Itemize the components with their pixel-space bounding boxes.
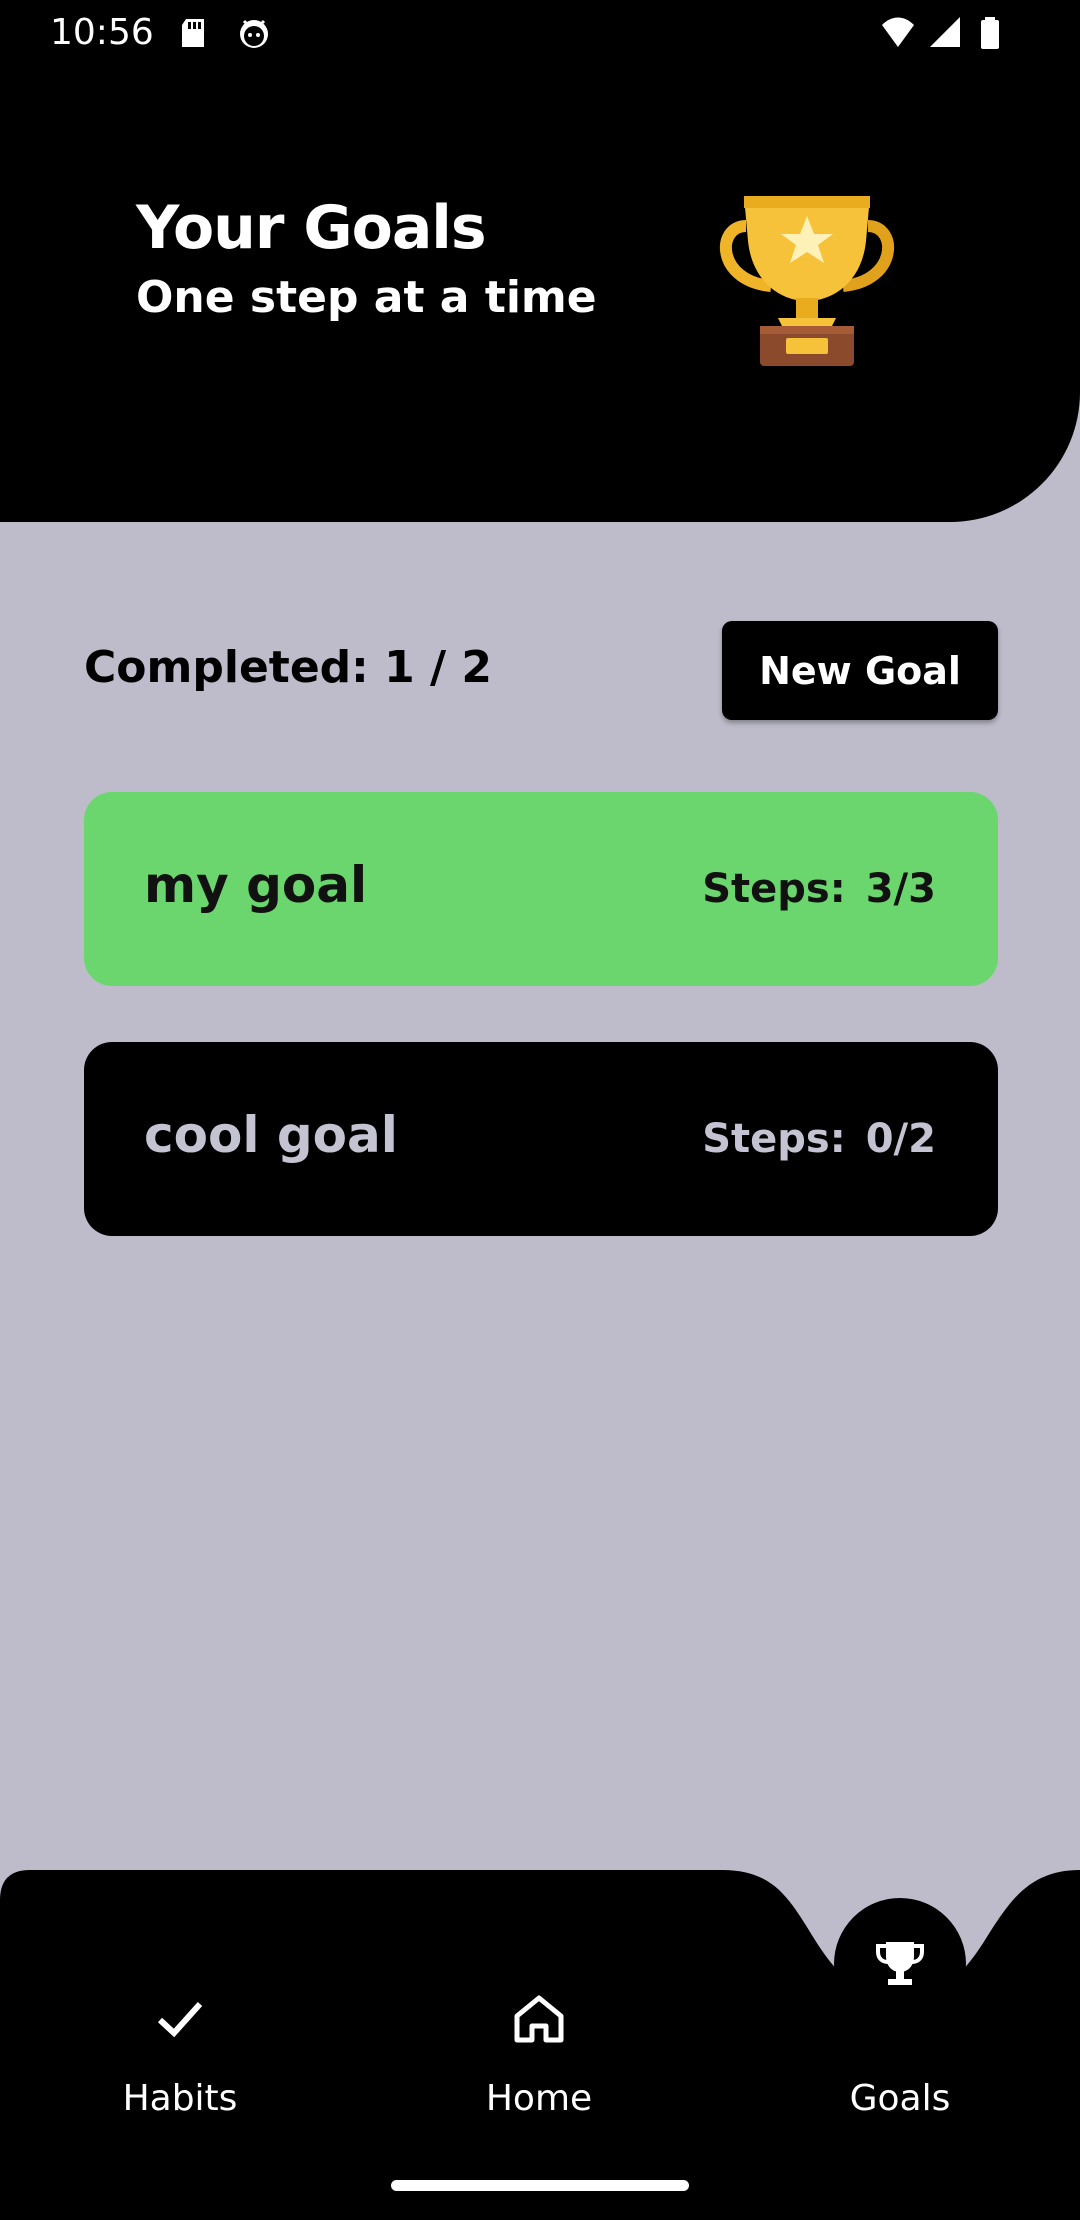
steps-label: Steps:	[702, 866, 846, 912]
nav-item-habits[interactable]: Habits	[70, 1990, 290, 2130]
trophy-icon	[876, 1942, 924, 1985]
sd-card-icon	[182, 19, 204, 47]
check-icon	[157, 2001, 203, 2038]
home-indicator[interactable]	[391, 2180, 689, 2191]
header-banner: Your Goals One step at a time	[0, 0, 1080, 522]
completed-count: Completed: 1 / 2	[84, 642, 493, 693]
nav-item-goals[interactable]: Goals	[790, 1990, 1010, 2130]
signal-icon	[930, 17, 960, 47]
goal-steps: Steps: 3/3	[702, 866, 936, 912]
nav-label: Goals	[849, 2078, 951, 2119]
goal-card[interactable]: my goal Steps: 3/3	[84, 792, 998, 986]
new-goal-button[interactable]: New Goal	[722, 621, 998, 720]
status-bar: 10:56	[0, 0, 1080, 66]
trophy-icon	[719, 196, 895, 366]
home-icon	[514, 1995, 564, 2043]
nav-item-home[interactable]: Home	[429, 1990, 649, 2130]
goal-card[interactable]: cool goal Steps: 0/2	[84, 1042, 998, 1236]
nav-label: Habits	[122, 2078, 238, 2119]
battery-icon	[981, 17, 999, 49]
goal-steps: Steps: 0/2	[702, 1116, 936, 1162]
goal-name: my goal	[144, 856, 368, 914]
status-time: 10:56	[50, 12, 154, 53]
steps-label: Steps:	[702, 1116, 846, 1162]
steps-value: 0/2	[865, 1116, 936, 1162]
page-title: Your Goals	[136, 193, 487, 263]
wifi-icon	[882, 17, 914, 47]
steps-value: 3/3	[865, 866, 936, 912]
nav-label: Home	[485, 2078, 593, 2119]
goal-name: cool goal	[144, 1106, 398, 1164]
android-debug-icon	[240, 19, 268, 48]
page-subtitle: One step at a time	[136, 272, 597, 323]
